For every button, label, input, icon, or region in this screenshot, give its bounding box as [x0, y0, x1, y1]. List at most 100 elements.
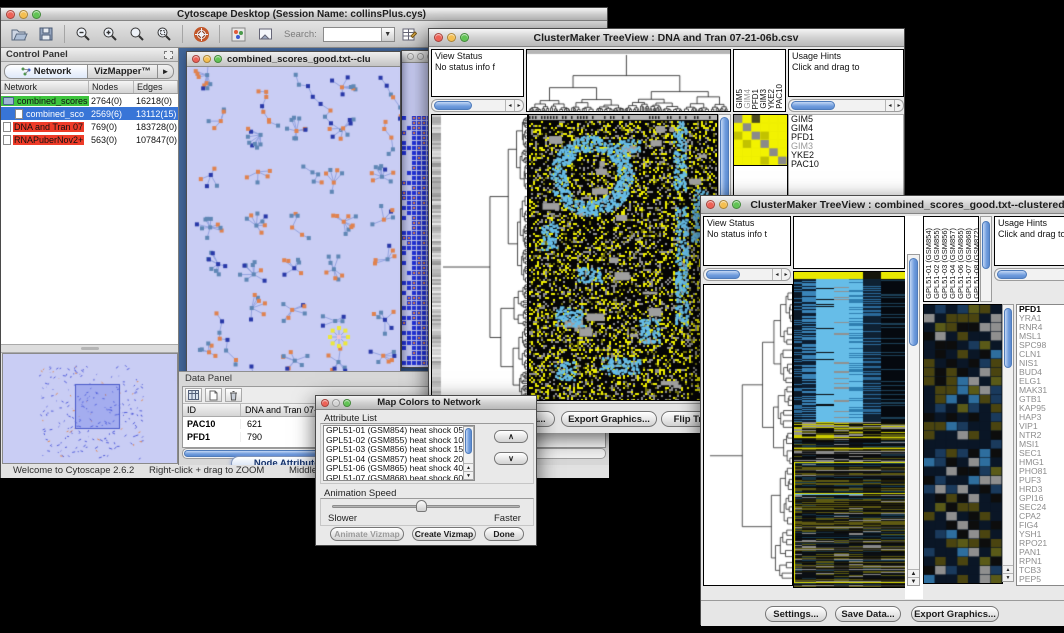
- zoom-button[interactable]: [460, 33, 469, 42]
- close-button[interactable]: [321, 399, 329, 407]
- scroll-right-icon[interactable]: ▸: [514, 100, 523, 111]
- zoom-in-icon[interactable]: [98, 23, 122, 45]
- minimize-button[interactable]: [203, 55, 211, 63]
- create-attribute-icon[interactable]: [205, 388, 222, 402]
- scrollbar-thumb[interactable]: [465, 428, 472, 454]
- settings-button[interactable]: Settings...: [765, 606, 827, 622]
- close-button[interactable]: [6, 10, 15, 19]
- scroll-left-icon[interactable]: ◂: [885, 100, 894, 111]
- move-down-button[interactable]: ∨: [494, 452, 528, 465]
- minimize-button[interactable]: [417, 53, 424, 60]
- scroll-right-icon[interactable]: ▸: [781, 269, 790, 280]
- scrollbar-thumb[interactable]: [997, 270, 1027, 279]
- minimize-button[interactable]: [447, 33, 456, 42]
- main-titlebar[interactable]: Cytoscape Desktop (Session Name: collins…: [1, 8, 607, 21]
- zoom-button[interactable]: [32, 10, 41, 19]
- col-edges[interactable]: Edges: [134, 81, 178, 93]
- heatmap-canvas[interactable]: [528, 114, 718, 401]
- zoom-heatmap-canvas[interactable]: [733, 114, 788, 166]
- delete-attribute-icon[interactable]: [225, 388, 242, 402]
- scrollbar-thumb[interactable]: [1004, 308, 1012, 368]
- zoom-out-icon[interactable]: [71, 23, 95, 45]
- attribute-list-scrollbar[interactable]: ▲ ▼: [463, 426, 474, 480]
- vizmapper-icon[interactable]: [226, 23, 250, 45]
- close-button[interactable]: [407, 53, 414, 60]
- scrollbar-thumb[interactable]: [706, 270, 740, 279]
- minimize-button[interactable]: [19, 10, 28, 19]
- scroll-up-icon[interactable]: ▲: [1003, 565, 1013, 573]
- scroll-up-icon[interactable]: ▲: [908, 569, 919, 577]
- export-graphics-button[interactable]: Export Graphics...: [561, 411, 657, 427]
- done-button[interactable]: Done: [484, 527, 524, 541]
- network-table-row[interactable]: RNAPuberNov2+ 563(0) 107847(0): [1, 133, 178, 146]
- scroll-right-icon[interactable]: ▸: [894, 100, 903, 111]
- col-network[interactable]: Network: [1, 81, 89, 93]
- scrollbar-thumb[interactable]: [791, 101, 835, 110]
- open-file-icon[interactable]: [7, 23, 31, 45]
- scrollbar-thumb[interactable]: [982, 221, 990, 269]
- search-input[interactable]: ▼: [323, 27, 395, 42]
- heatmap-canvas[interactable]: [793, 271, 907, 588]
- float-panel-icon[interactable]: [164, 51, 173, 59]
- scroll-down-icon[interactable]: ▼: [1003, 573, 1013, 581]
- heatmap-vscrollbar[interactable]: ▲ ▼: [907, 254, 920, 586]
- animation-slider-thumb[interactable]: [416, 500, 427, 512]
- column-dendrogram-canvas[interactable]: [526, 49, 731, 112]
- scroll-down-icon[interactable]: ▼: [908, 577, 919, 585]
- search-field[interactable]: [324, 28, 381, 41]
- zoom-button[interactable]: [343, 399, 351, 407]
- gene-label[interactable]: PAC10: [789, 160, 903, 169]
- chevron-down-icon[interactable]: ▼: [381, 28, 394, 41]
- column-labels[interactable]: GPL51-01 (GSM854)GPL51-02 (GSM855)GPL51-…: [923, 216, 979, 302]
- column-dendrogram-area[interactable]: [793, 216, 905, 269]
- close-button[interactable]: [706, 200, 715, 209]
- zoom-heatmap-canvas[interactable]: [923, 304, 1003, 584]
- view-status-hscrollbar[interactable]: ◂ ▸: [431, 99, 524, 112]
- column-label-scrollbar[interactable]: [980, 216, 992, 302]
- row-dendrogram-canvas[interactable]: [703, 284, 793, 586]
- network-canvas[interactable]: [187, 67, 400, 377]
- scroll-up-icon[interactable]: ▲: [464, 463, 473, 471]
- zoom-vscrollbar[interactable]: ▲ ▼: [1002, 304, 1014, 582]
- network-table-row[interactable]: DNA and Tran 07 769(0) 183728(0): [1, 120, 178, 133]
- col-nodes[interactable]: Nodes: [89, 81, 134, 93]
- col-id[interactable]: ID: [183, 404, 241, 416]
- usage-hints-hscrollbar[interactable]: ◂ ▸: [788, 99, 904, 112]
- dialog-titlebar[interactable]: Map Colors to Network: [316, 396, 536, 410]
- attribute-table-icon[interactable]: [398, 23, 422, 45]
- attribute-item[interactable]: GPL51-07 (GSM868) heat shock 60 min: [324, 474, 474, 481]
- panel-divider[interactable]: [1, 344, 178, 353]
- save-data-button[interactable]: Save Data...: [835, 606, 901, 622]
- create-vizmap-button[interactable]: Create Vizmap: [412, 527, 476, 541]
- animate-vizmap-button[interactable]: Animate Vizmap: [330, 527, 404, 541]
- tab-overflow-arrow[interactable]: ►: [158, 64, 174, 79]
- scroll-left-icon[interactable]: ◂: [505, 100, 514, 111]
- column-label[interactable]: PAC10: [776, 84, 784, 109]
- close-button[interactable]: [192, 55, 200, 63]
- column-labels[interactable]: GIM5GIM4PFD1GIM3YKE2PAC10: [733, 49, 786, 112]
- scroll-down-icon[interactable]: ▼: [464, 471, 473, 479]
- scroll-left-icon[interactable]: ◂: [772, 269, 781, 280]
- treeview1-titlebar[interactable]: ClusterMaker TreeView : DNA and Tran 07-…: [429, 29, 904, 47]
- view-status-hscrollbar[interactable]: ◂ ▸: [703, 268, 791, 281]
- tab-network[interactable]: Network: [4, 64, 88, 79]
- minimize-button[interactable]: [332, 399, 340, 407]
- scrollbar-thumb[interactable]: [909, 258, 918, 346]
- zoom-button[interactable]: [214, 55, 222, 63]
- zoom-fit-icon[interactable]: [152, 23, 176, 45]
- network-frame-titlebar[interactable]: combined_scores_good.txt--cluste...: [187, 52, 400, 67]
- save-icon[interactable]: [34, 23, 58, 45]
- network-table-row[interactable]: combined_scores 2764(0) 16218(0): [1, 94, 178, 107]
- column-label[interactable]: GPL51-08 (GSM872): [973, 228, 979, 299]
- zoom-selected-icon[interactable]: [125, 23, 149, 45]
- treeview2-titlebar[interactable]: ClusterMaker TreeView : combined_scores_…: [701, 196, 1064, 214]
- gene-label[interactable]: MON2: [1017, 584, 1064, 586]
- zoom-button[interactable]: [732, 200, 741, 209]
- tab-vizmapper[interactable]: VizMapper™: [88, 64, 158, 79]
- help-lifering-icon[interactable]: [189, 23, 213, 45]
- export-graphics-button[interactable]: Export Graphics...: [911, 606, 999, 622]
- scrollbar-thumb[interactable]: [434, 101, 472, 110]
- network-overview-canvas[interactable]: [2, 353, 178, 464]
- minimize-button[interactable]: [719, 200, 728, 209]
- select-attributes-icon[interactable]: [185, 388, 202, 402]
